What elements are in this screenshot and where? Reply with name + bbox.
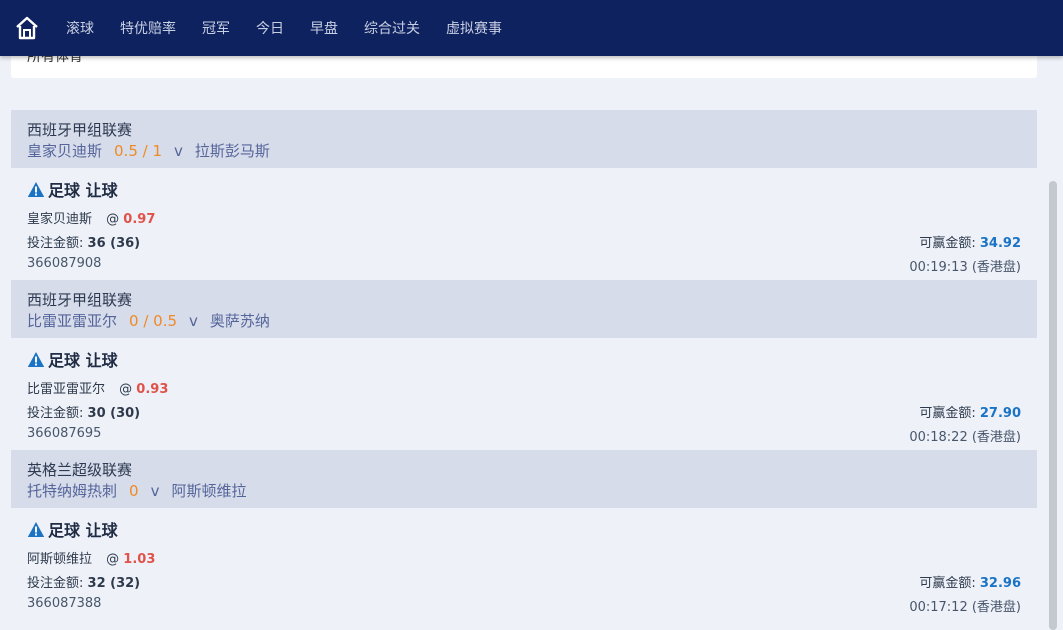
nav-tab-early[interactable]: 早盘: [310, 18, 338, 38]
stake-line: 投注金额: 30 (30): [27, 402, 140, 421]
match-line: 托特纳姆热刺 0 v 阿斯顿维拉: [27, 480, 1021, 502]
match-line: 比雷亚雷亚尔 0 / 0.5 v 奥萨苏纳: [27, 310, 1021, 332]
league-header: 西班牙甲组联赛 比雷亚雷亚尔 0 / 0.5 v 奥萨苏纳: [11, 280, 1037, 338]
bet-time: 00:17:12 (香港盘): [909, 600, 1021, 615]
match-line: 皇家贝迪斯 0.5 / 1 v 拉斯彭马斯: [27, 140, 1021, 162]
bet-time: 00:18:22 (香港盘): [909, 430, 1021, 445]
stake-line: 投注金额: 32 (32): [27, 572, 140, 591]
win-value: 34.92: [979, 236, 1021, 251]
at-symbol: @: [119, 382, 133, 397]
selection-team: 比雷亚雷亚尔: [27, 382, 106, 397]
versus-label: v: [174, 142, 183, 160]
selection-line: 阿斯顿维拉 @ 1.03: [27, 548, 155, 567]
bet-type-label: 足球 让球: [48, 351, 118, 370]
win-line: 可赢金额: 32.96: [919, 572, 1021, 591]
at-symbol: @: [106, 552, 120, 567]
bet-time: 00:19:13 (香港盘): [909, 260, 1021, 275]
selection-team: 阿斯顿维拉: [27, 552, 93, 567]
home-team: 托特纳姆热刺: [27, 482, 118, 500]
handicap-value: 0: [129, 482, 139, 500]
away-team: 拉斯彭马斯: [194, 142, 270, 160]
warning-icon: [27, 181, 45, 197]
bet-slip-item: 足球 让球 阿斯顿维拉 @ 1.03 投注金额: 32 (32) 3660873…: [11, 508, 1037, 620]
scrollbar[interactable]: [1049, 181, 1057, 630]
league-header: 英格兰超级联赛 托特纳姆热刺 0 v 阿斯顿维拉: [11, 450, 1037, 508]
win-label: 可赢金额:: [919, 576, 976, 591]
win-value: 32.96: [979, 576, 1021, 591]
home-team: 皇家贝迪斯: [27, 142, 103, 160]
stake-value: 32 (32): [87, 576, 141, 591]
bet-type: 足球 让球: [27, 177, 118, 201]
at-symbol: @: [106, 212, 120, 227]
nav-tab-parlay[interactable]: 综合过关: [364, 18, 420, 38]
odds-value: 1.03: [123, 552, 156, 567]
stake-line: 投注金额: 36 (36): [27, 232, 140, 251]
top-nav: 滚球 特优赔率 冠军 今日 早盘 综合过关 虚拟赛事: [0, 0, 1063, 56]
bet-slip-item: 足球 让球 比雷亚雷亚尔 @ 0.93 投注金额: 30 (30) 366087…: [11, 338, 1037, 450]
handicap-value: 0 / 0.5: [129, 312, 178, 330]
win-value: 27.90: [979, 406, 1021, 421]
versus-label: v: [150, 482, 160, 500]
ticket-id: 366087388: [27, 596, 102, 611]
win-line: 可赢金额: 34.92: [919, 232, 1021, 251]
league-name: 西班牙甲组联赛: [27, 291, 133, 309]
stake-value: 36 (36): [87, 236, 141, 251]
ticket-id: 366087695: [27, 426, 102, 441]
bet-type-label: 足球 让球: [48, 181, 118, 200]
nav-tab-virtual[interactable]: 虚拟赛事: [446, 18, 502, 38]
nav-tab-outright[interactable]: 冠军: [202, 18, 230, 38]
nav-tab-live[interactable]: 滚球: [66, 18, 94, 38]
warning-icon: [27, 351, 45, 367]
selection-line: 皇家贝迪斯 @ 0.97: [27, 208, 155, 227]
versus-label: v: [189, 312, 198, 330]
league-name: 英格兰超级联赛: [27, 461, 133, 479]
nav-tab-special-odds[interactable]: 特优赔率: [120, 18, 176, 38]
selection-team: 皇家贝迪斯: [27, 212, 93, 227]
away-team: 阿斯顿维拉: [171, 482, 247, 500]
nav-tab-today[interactable]: 今日: [256, 18, 284, 38]
stake-label: 投注金额:: [27, 236, 84, 251]
stake-value: 30 (30): [87, 406, 141, 421]
home-icon[interactable]: [13, 14, 41, 42]
bet-type-label: 足球 让球: [48, 521, 118, 540]
warning-icon: [27, 521, 45, 537]
odds-value: 0.93: [136, 382, 169, 397]
odds-value: 0.97: [123, 212, 156, 227]
stake-label: 投注金额:: [27, 576, 84, 591]
handicap-value: 0.5 / 1: [114, 142, 163, 160]
win-label: 可赢金额:: [919, 236, 976, 251]
ticket-id: 366087908: [27, 256, 102, 271]
win-label: 可赢金额:: [919, 406, 976, 421]
league-name: 西班牙甲组联赛: [27, 121, 133, 139]
selection-line: 比雷亚雷亚尔 @ 0.93: [27, 378, 168, 397]
stake-label: 投注金额:: [27, 406, 84, 421]
bet-slip-item: 足球 让球 皇家贝迪斯 @ 0.97 投注金额: 36 (36) 3660879…: [11, 168, 1037, 280]
away-team: 奥萨苏纳: [209, 312, 270, 330]
bet-type: 足球 让球: [27, 347, 118, 371]
bet-type: 足球 让球: [27, 517, 118, 541]
win-line: 可赢金额: 27.90: [919, 402, 1021, 421]
league-header: 西班牙甲组联赛 皇家贝迪斯 0.5 / 1 v 拉斯彭马斯: [11, 110, 1037, 168]
home-team: 比雷亚雷亚尔: [27, 312, 118, 330]
bet-list: 西班牙甲组联赛 皇家贝迪斯 0.5 / 1 v 拉斯彭马斯 足球 让球 皇家贝迪斯 @…: [11, 110, 1037, 620]
